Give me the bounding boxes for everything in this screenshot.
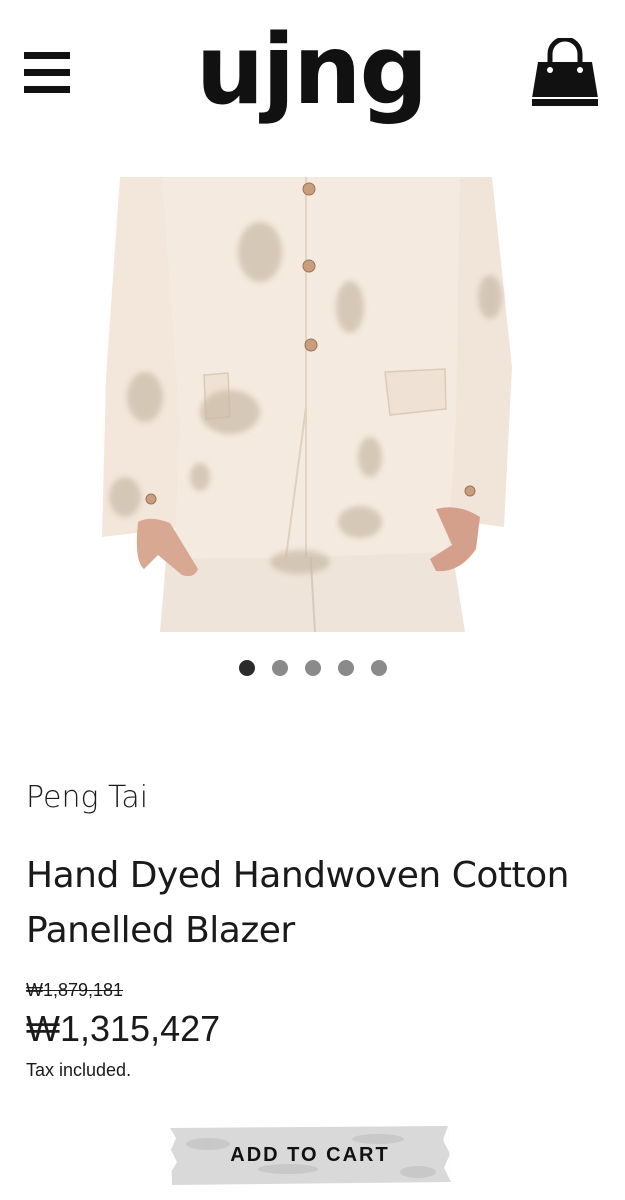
site-header: ujng — [0, 0, 625, 140]
product-vendor[interactable]: Peng Tai — [26, 780, 148, 815]
gallery-dot-2[interactable] — [271, 660, 288, 676]
product-gallery[interactable] — [0, 175, 625, 676]
add-to-cart-button[interactable]: ADD TO CART — [168, 1124, 452, 1186]
compare-at-price: ₩1,879,181 — [26, 980, 124, 1000]
hamburger-menu-icon[interactable] — [24, 52, 72, 94]
product-image[interactable] — [100, 177, 518, 632]
gallery-dot-4[interactable] — [337, 660, 354, 676]
sale-price: ₩1,315,427 — [26, 1008, 221, 1049]
gallery-dot-1[interactable] — [238, 660, 255, 676]
gallery-pagination — [0, 660, 625, 680]
site-logo[interactable]: ujng — [196, 10, 428, 130]
shopping-bag-icon[interactable] — [528, 38, 602, 110]
gallery-dot-3[interactable] — [304, 660, 321, 676]
add-to-cart-label: ADD TO CART — [230, 1143, 390, 1166]
tax-note: Tax included. — [26, 1060, 132, 1080]
product-title: Hand Dyed Handwoven Cotton Panelled Blaz… — [26, 855, 569, 951]
gallery-dot-5[interactable] — [370, 660, 387, 676]
